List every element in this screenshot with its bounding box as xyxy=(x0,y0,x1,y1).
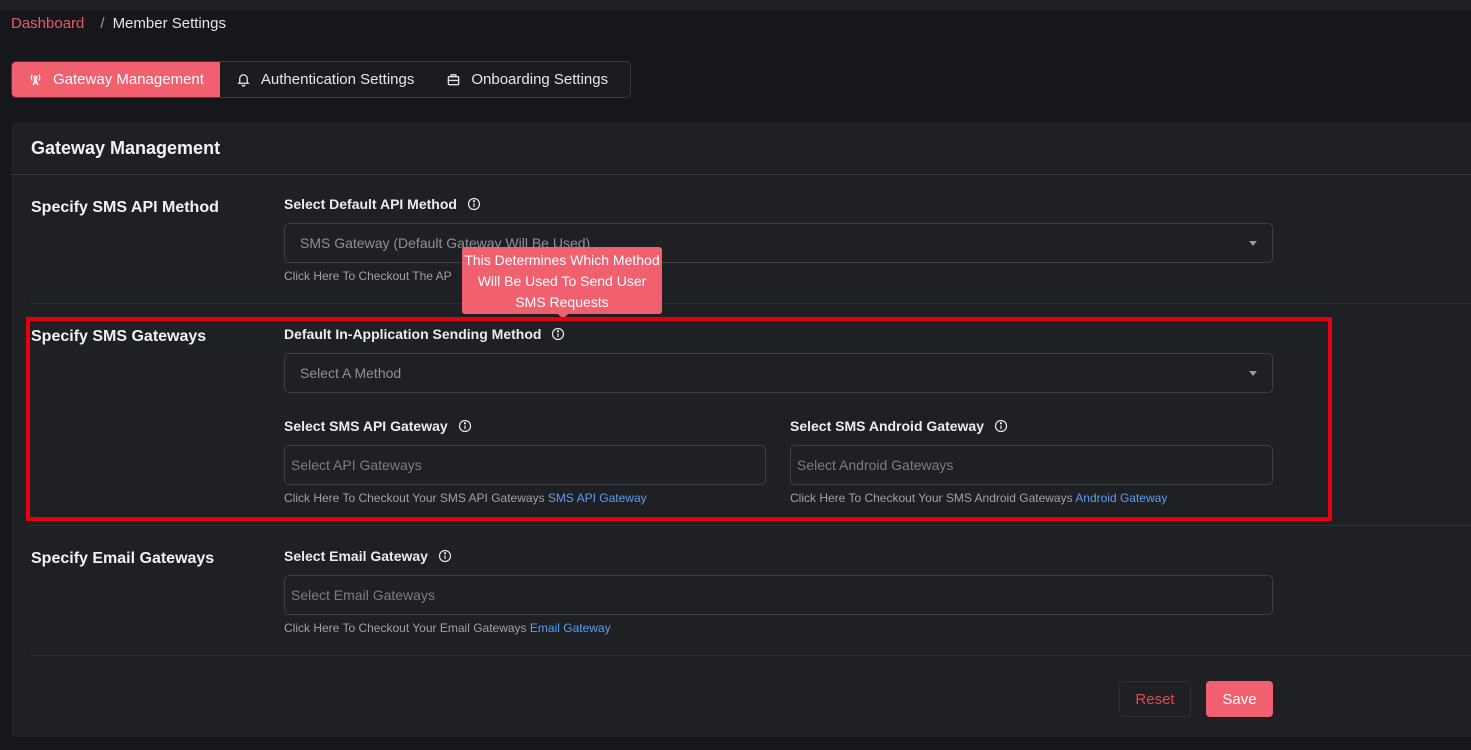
info-icon[interactable] xyxy=(551,327,565,341)
api-method-label: Select Default API Method xyxy=(284,196,481,212)
tab-label: Gateway Management xyxy=(53,71,204,88)
tab-label: Authentication Settings xyxy=(260,71,415,88)
top-strip xyxy=(0,0,1471,11)
tab-onboarding-settings[interactable]: Onboarding Settings xyxy=(430,62,624,97)
save-button[interactable]: Save xyxy=(1206,681,1273,717)
tab-gateway-management[interactable]: Gateway Management xyxy=(12,62,220,97)
sms-api-gateway-link[interactable]: SMS API Gateway xyxy=(548,491,647,505)
android-gateway-label-text: Select SMS Android Gateway xyxy=(790,418,984,434)
api-gateway-label: Select SMS API Gateway xyxy=(284,418,472,434)
api-method-help: Click Here To Checkout The AP xyxy=(284,269,452,283)
email-gateway-input[interactable]: Select Email Gateways xyxy=(284,575,1273,615)
android-gateway-link[interactable]: Android Gateway xyxy=(1075,491,1167,505)
section-email-gateways: Specify Email Gateways xyxy=(31,550,215,567)
info-icon[interactable] xyxy=(438,549,452,563)
row-divider xyxy=(31,303,1471,304)
api-gateway-help: Click Here To Checkout Your SMS API Gate… xyxy=(284,491,647,505)
gateway-management-card: Gateway Management Specify SMS API Metho… xyxy=(11,122,1471,737)
breadcrumb: Dashboard / Member Settings xyxy=(11,15,226,32)
info-tooltip: This Determines Which Method Will Be Use… xyxy=(462,247,662,319)
section-sms-api-method: Specify SMS API Method xyxy=(31,199,219,216)
method-label-text: Default In-Application Sending Method xyxy=(284,326,542,342)
info-icon[interactable] xyxy=(994,419,1008,433)
breadcrumb-current: Member Settings xyxy=(112,15,226,32)
android-gateway-input[interactable]: Select Android Gateways xyxy=(790,445,1273,485)
breadcrumb-separator: / xyxy=(100,15,105,32)
sending-method-select[interactable]: Select A Method xyxy=(284,353,1273,393)
api-gateway-help-text: Click Here To Checkout Your SMS API Gate… xyxy=(284,491,545,505)
sending-method-value: Select A Method xyxy=(300,365,402,381)
android-gateway-help: Click Here To Checkout Your SMS Android … xyxy=(790,491,1167,505)
android-gateway-placeholder: Select Android Gateways xyxy=(797,457,954,473)
briefcase-icon xyxy=(448,74,460,86)
tab-authentication-settings[interactable]: Authentication Settings xyxy=(220,62,430,97)
email-gateway-link[interactable]: Email Gateway xyxy=(530,621,611,635)
tab-label: Onboarding Settings xyxy=(471,71,609,88)
chevron-down-icon xyxy=(1249,370,1257,376)
info-icon[interactable] xyxy=(458,419,472,433)
method-label: Default In-Application Sending Method xyxy=(284,326,565,342)
android-gateway-label: Select SMS Android Gateway xyxy=(790,418,1008,434)
email-gateway-help: Click Here To Checkout Your Email Gatewa… xyxy=(284,621,611,635)
settings-tabs: Gateway Management Authentication Settin… xyxy=(11,61,631,98)
email-gateway-placeholder: Select Email Gateways xyxy=(291,587,435,603)
api-gateway-placeholder: Select API Gateways xyxy=(291,457,422,473)
row-divider xyxy=(31,525,1471,526)
android-gateway-help-text: Click Here To Checkout Your SMS Android … xyxy=(790,491,1073,505)
bell-icon xyxy=(237,74,250,87)
card-title: Gateway Management xyxy=(31,138,221,158)
api-method-select[interactable]: SMS Gateway (Default Gateway Will Be Use… xyxy=(284,223,1273,263)
info-icon[interactable] xyxy=(467,197,481,211)
row-divider xyxy=(31,655,1471,656)
section-sms-gateways: Specify SMS Gateways xyxy=(31,328,207,345)
broadcast-icon xyxy=(30,74,41,86)
card-divider xyxy=(11,174,1471,175)
breadcrumb-dashboard-link[interactable]: Dashboard xyxy=(11,15,84,32)
api-gateway-label-text: Select SMS API Gateway xyxy=(284,418,448,434)
email-gateway-label: Select Email Gateway xyxy=(284,548,452,564)
reset-button[interactable]: Reset xyxy=(1119,681,1191,717)
email-gateway-help-text: Click Here To Checkout Your Email Gatewa… xyxy=(284,621,527,635)
email-gateway-label-text: Select Email Gateway xyxy=(284,548,428,564)
chevron-down-icon xyxy=(1249,240,1257,246)
api-gateway-input[interactable]: Select API Gateways xyxy=(284,445,766,485)
api-method-label-text: Select Default API Method xyxy=(284,196,457,212)
